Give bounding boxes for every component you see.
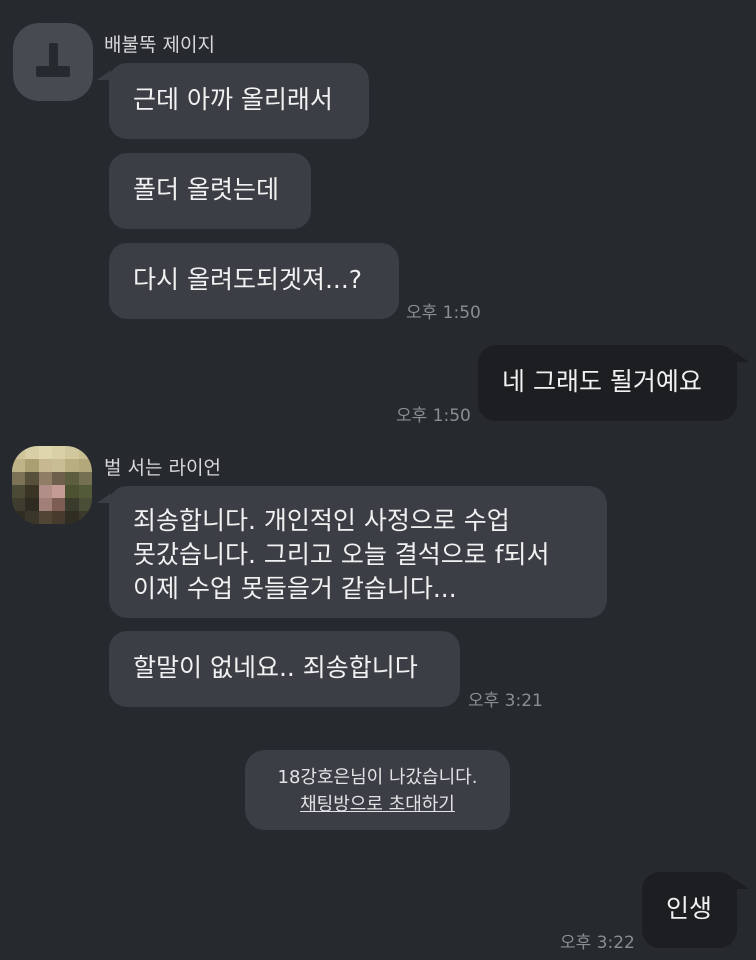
- message-text-line: 죄송합니다. 개인적인 사정으로 수업: [133, 506, 510, 535]
- message-timestamp: 오후 1:50: [406, 303, 481, 323]
- message-timestamp: 오후 3:22: [560, 933, 635, 953]
- message-bubble[interactable]: 할말이 없네요.. 죄송합니다: [109, 631, 460, 707]
- avatar-pixelated[interactable]: [12, 446, 92, 524]
- message-timestamp: 오후 3:21: [468, 691, 543, 711]
- message-text-line: 이제 수업 못들을거 같습니다...: [133, 574, 457, 603]
- message-bubble[interactable]: 다시 올려도되겟져...?: [109, 243, 399, 319]
- message-bubble-outgoing[interactable]: 네 그래도 될거예요: [478, 345, 737, 421]
- message-text: 인생: [666, 894, 713, 923]
- message-timestamp: 오후 1:50: [396, 406, 471, 426]
- message-text: 네 그래도 될거예요: [502, 367, 702, 396]
- person-silhouette-base: [36, 66, 70, 77]
- sender-name: 배불뚝 제이지: [104, 34, 215, 56]
- bubble-tail: [735, 879, 749, 889]
- avatar-default[interactable]: [13, 23, 93, 101]
- notice-text: 18강호은님이 나갔습니다.: [277, 767, 478, 788]
- message-text: 다시 올려도되겟져...?: [133, 265, 363, 294]
- message-text: 할말이 없네요.. 죄송합니다: [133, 653, 418, 682]
- message-text: 폴더 올렷는데: [133, 175, 279, 204]
- message-bubble[interactable]: 폴더 올렷는데: [109, 153, 311, 229]
- message-text: 근데 아까 올리래서: [133, 85, 333, 114]
- bubble-tail: [735, 352, 749, 362]
- message-text-line: 못갔습니다. 그리고 오늘 결석으로 f되서: [133, 540, 550, 569]
- system-notice: 18강호은님이 나갔습니다. 채팅방으로 초대하기: [245, 750, 510, 830]
- sender-name: 벌 서는 라이언: [104, 457, 221, 479]
- message-bubble[interactable]: 근데 아까 올리래서: [109, 63, 369, 139]
- message-bubble-outgoing[interactable]: 인생: [642, 872, 737, 948]
- message-bubble[interactable]: 죄송합니다. 개인적인 사정으로 수업 못갔습니다. 그리고 오늘 결석으로 f…: [109, 486, 607, 618]
- invite-to-chat-link[interactable]: 채팅방으로 초대하기: [245, 791, 510, 818]
